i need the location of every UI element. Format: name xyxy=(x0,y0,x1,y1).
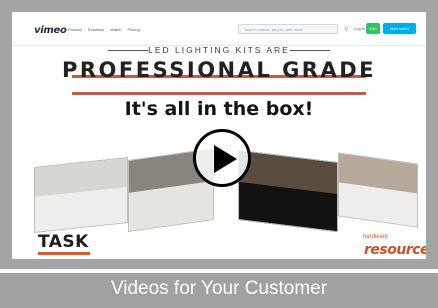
accent-rule-bottom xyxy=(72,92,366,95)
nav-item-pricing[interactable]: Pricing xyxy=(127,27,139,32)
login-link[interactable]: Log in xyxy=(354,26,365,31)
vimeo-logo[interactable]: vimeo xyxy=(34,25,67,36)
product-box-3 xyxy=(238,149,338,233)
vimeo-nav: Product Solutions Watch Pricing xyxy=(68,27,140,32)
brand-logo: resource xyxy=(364,242,426,258)
task-logo: TASK xyxy=(38,232,89,252)
task-logo-bar xyxy=(38,252,90,255)
product-box-4 xyxy=(338,152,418,228)
subhead: It's all in the box! xyxy=(124,98,314,120)
vimeo-header: vimeo Product Solutions Watch Pricing Se… xyxy=(12,12,426,46)
play-icon xyxy=(214,145,237,173)
video-player[interactable]: vimeo Product Solutions Watch Pricing Se… xyxy=(12,12,426,259)
search-input[interactable]: Search videos, people, and more xyxy=(238,24,338,34)
nav-item-watch[interactable]: Watch xyxy=(110,27,121,32)
headline: PROFESSIONAL GRADE xyxy=(61,58,377,82)
new-video-button[interactable]: New video xyxy=(383,23,416,34)
caption: Videos for Your Customer xyxy=(110,278,328,299)
brand-logo-small: hardware xyxy=(363,234,389,240)
product-box-1 xyxy=(34,157,128,233)
tagline: LED LIGHTING KITS ARE xyxy=(148,45,290,55)
nav-item-product[interactable]: Product xyxy=(68,27,82,32)
search-placeholder: Search videos, people, and more xyxy=(244,27,303,32)
video-card: vimeo Product Solutions Watch Pricing Se… xyxy=(0,0,438,308)
nav-item-solutions[interactable]: Solutions xyxy=(88,27,104,32)
play-button[interactable] xyxy=(193,129,251,187)
join-button[interactable]: Join xyxy=(366,23,380,34)
search-icon[interactable]: ⚲ xyxy=(344,26,348,33)
